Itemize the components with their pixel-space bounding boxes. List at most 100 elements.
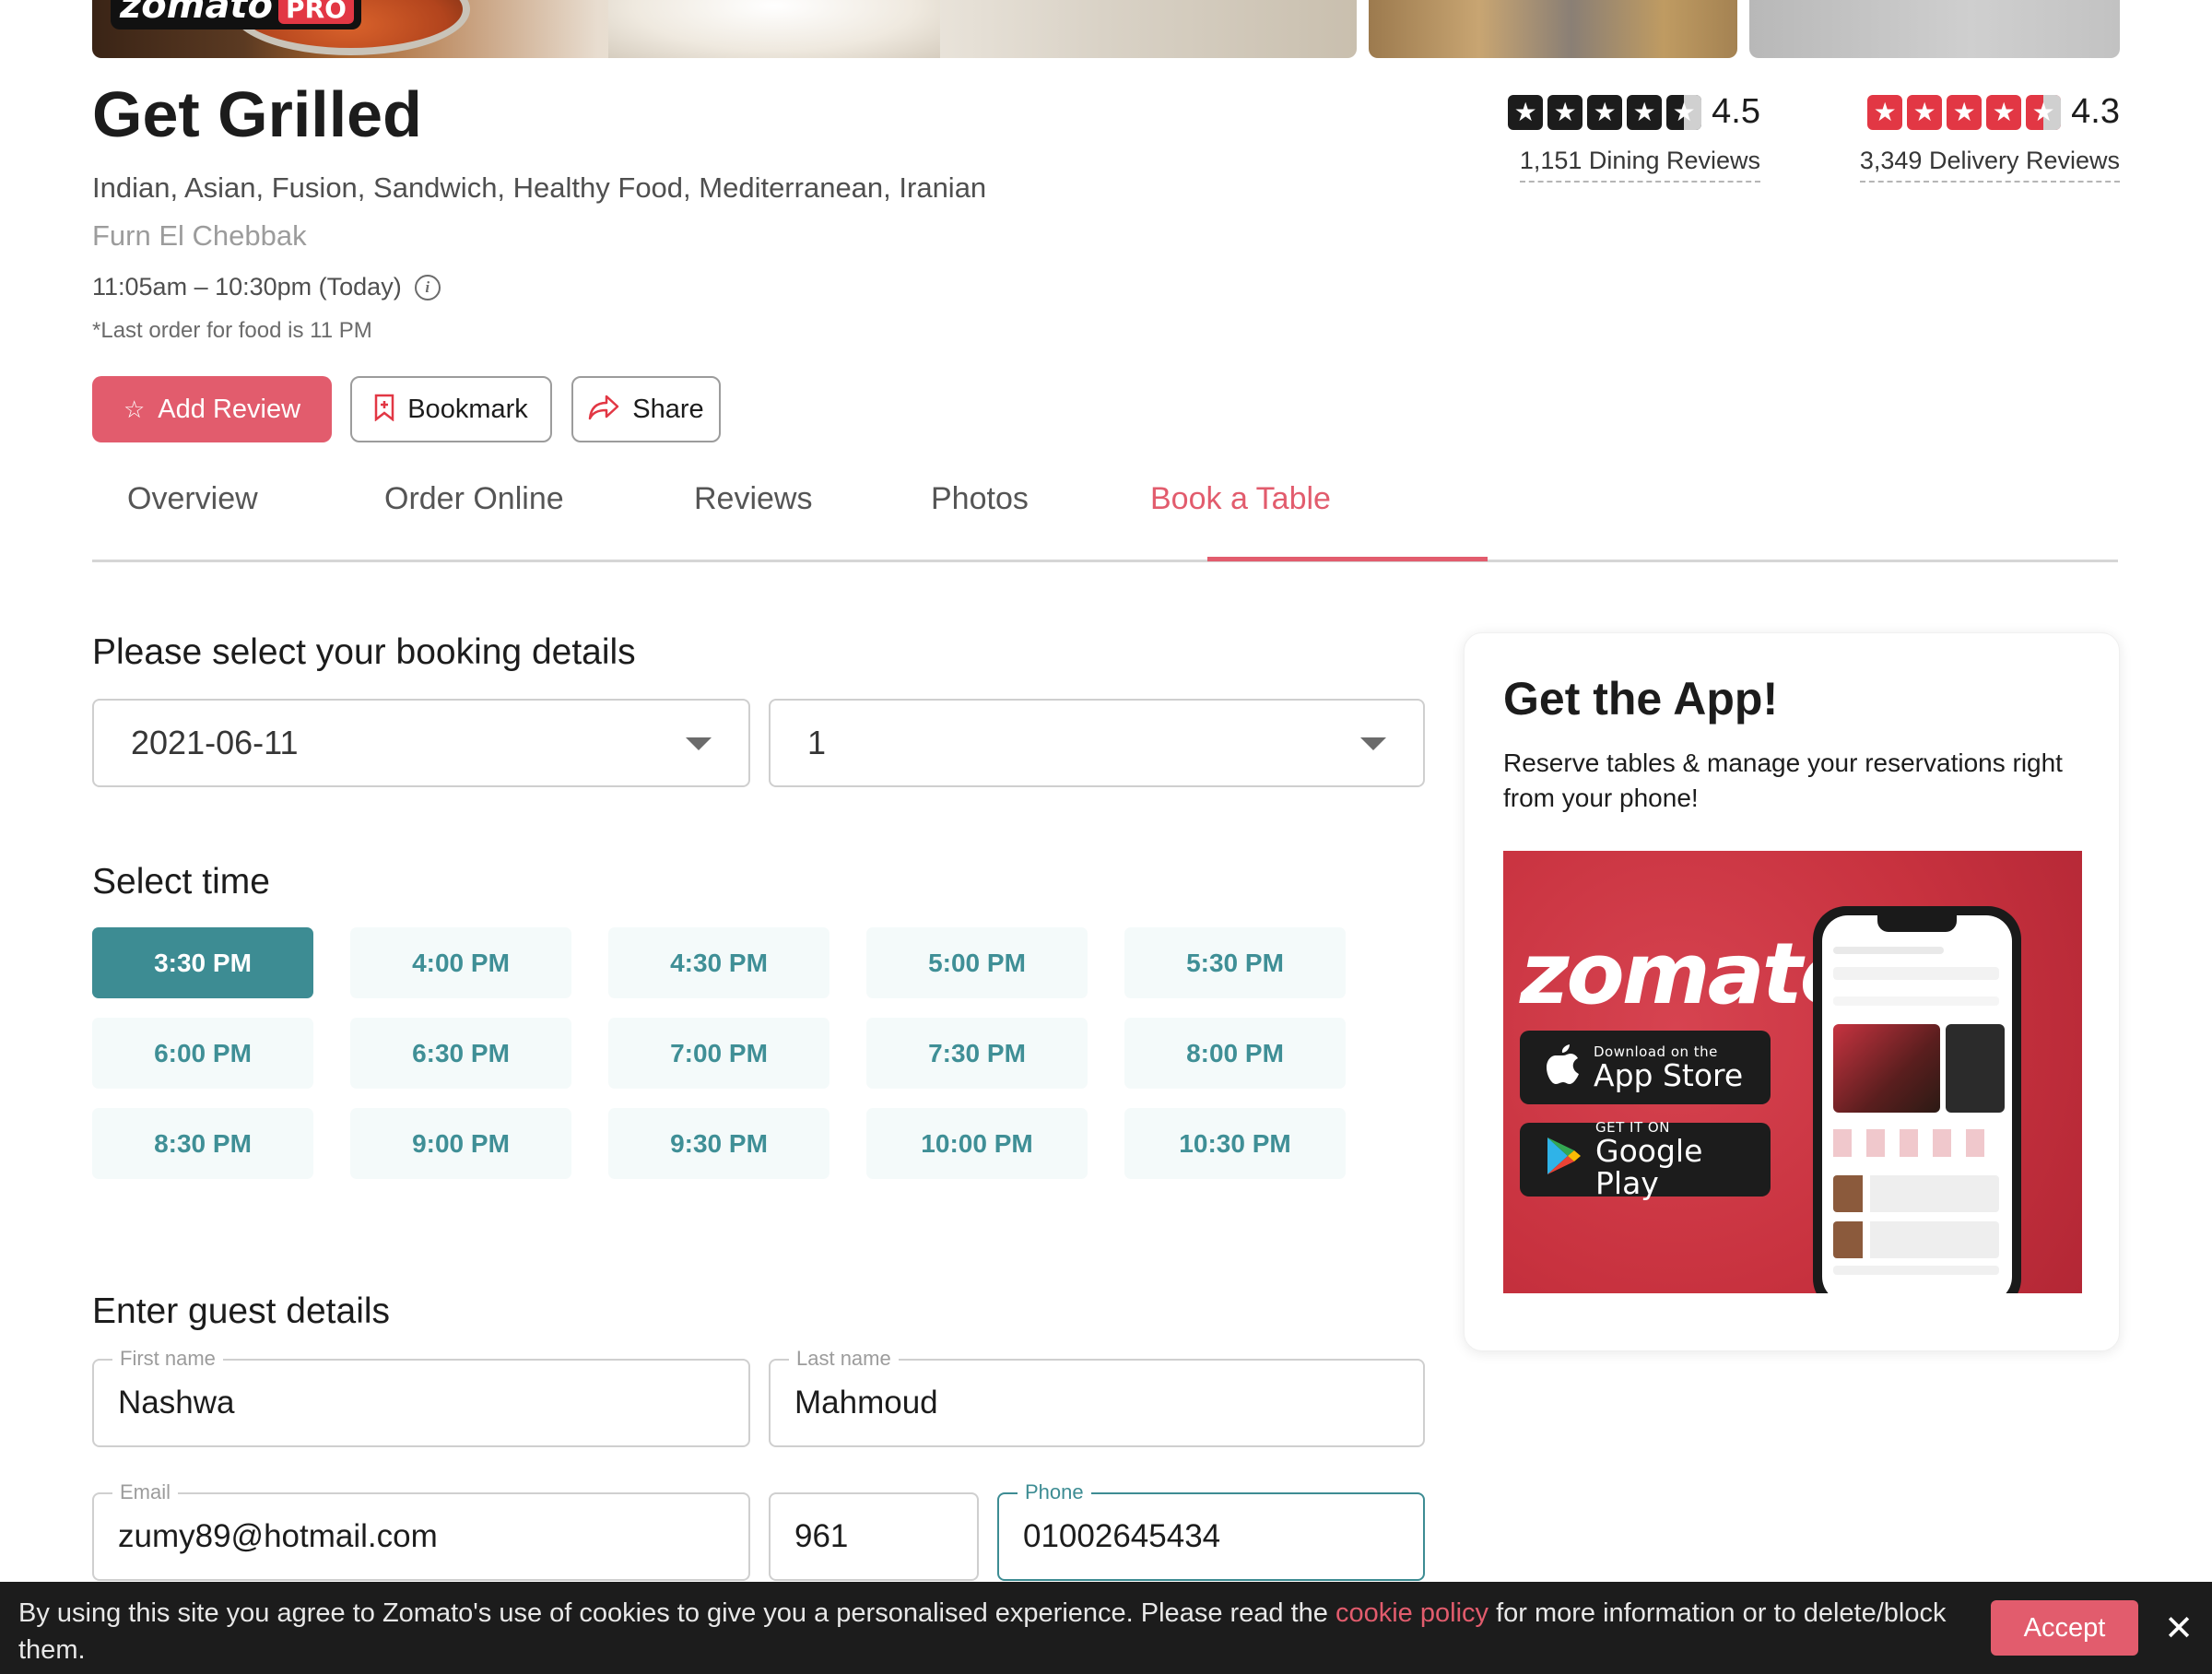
time-slot-button[interactable]: 10:00 PM — [866, 1108, 1088, 1179]
tab-overview[interactable]: Overview — [127, 481, 258, 517]
bookmark-icon — [374, 394, 394, 426]
phone-search-bar — [1833, 967, 1999, 980]
time-slot-button[interactable]: 4:00 PM — [350, 927, 571, 998]
zomato-pro-logo: zomato PRO — [111, 0, 361, 29]
booking-details-heading: Please select your booking details — [92, 632, 636, 672]
star-icon: ★ — [1867, 94, 1903, 130]
date-select[interactable]: 2021-06-11 — [92, 699, 750, 787]
info-icon[interactable]: i — [414, 274, 441, 301]
bookmark-label: Bookmark — [407, 394, 528, 424]
phone-category-row — [1833, 1129, 1999, 1157]
get-app-card: Get the App! Reserve tables & manage you… — [1464, 632, 2120, 1351]
time-slot-button[interactable]: 7:30 PM — [866, 1018, 1088, 1089]
email-label: Email — [112, 1479, 179, 1506]
app-store-big-text: App Store — [1594, 1056, 1744, 1093]
share-button[interactable]: Share — [571, 376, 721, 442]
cuisine-list: Indian, Asian, Fusion, Sandwich, Healthy… — [92, 171, 987, 204]
opening-hours-text: 11:05am – 10:30pm (Today) — [92, 273, 402, 301]
bookmark-button[interactable]: Bookmark — [350, 376, 552, 442]
phone-field[interactable]: Phone 01002645434 — [997, 1479, 1425, 1581]
hero-photo-2[interactable] — [1369, 0, 1737, 58]
time-slot-button[interactable]: 9:00 PM — [350, 1108, 571, 1179]
google-play-button[interactable]: GET IT ON Google Play — [1520, 1119, 1771, 1201]
google-play-icon — [1546, 1136, 1583, 1184]
delivery-stars: ★ ★ ★ ★ ★ 4.3 — [1867, 92, 2120, 132]
phone-ui-bar — [1833, 947, 1944, 954]
app-store-button[interactable]: Download on the App Store — [1520, 1031, 1771, 1104]
country-code-field[interactable]: 961 — [769, 1492, 979, 1581]
cookie-policy-link[interactable]: cookie policy — [1335, 1598, 1488, 1628]
delivery-rating[interactable]: ★ ★ ★ ★ ★ 4.3 3,349 Delivery Reviews — [1832, 92, 2120, 183]
time-slot-button[interactable]: 10:30 PM — [1124, 1108, 1346, 1179]
star-icon: ★ — [1907, 94, 1943, 130]
restaurant-tabs: Overview Order Online Reviews Photos Boo… — [92, 463, 2118, 562]
accept-cookies-button[interactable]: Accept — [1991, 1600, 2138, 1656]
first-name-label: First name — [112, 1346, 223, 1373]
cookie-text-before: By using this site you agree to Zomato's… — [18, 1598, 1335, 1628]
hero-photo-3[interactable] — [1749, 0, 2120, 58]
guests-select-value: 1 — [807, 724, 827, 761]
phone-ui-bar — [1833, 1266, 1999, 1275]
guests-select[interactable]: 1 — [769, 699, 1425, 787]
first-name-field[interactable]: First name Nashwa — [92, 1346, 750, 1447]
last-name-field[interactable]: Last name Mahmoud — [769, 1346, 1425, 1447]
time-slot-button[interactable]: 8:30 PM — [92, 1108, 313, 1179]
time-slot-button[interactable]: 6:00 PM — [92, 1018, 313, 1089]
zomato-logo: zomato — [1520, 925, 1858, 1023]
cookie-message: By using this site you agree to Zomato's… — [18, 1595, 1972, 1668]
time-slot-button[interactable]: 4:30 PM — [608, 927, 830, 998]
select-time-heading: Select time — [92, 862, 270, 902]
time-slot-button[interactable]: 7:00 PM — [608, 1018, 830, 1089]
add-review-button[interactable]: ☆ Add Review — [92, 376, 332, 442]
star-outline-icon: ☆ — [123, 395, 146, 423]
time-slot-button[interactable]: 6:30 PM — [350, 1018, 571, 1089]
phone-screen — [1822, 915, 2012, 1293]
email-value: zumy89@hotmail.com — [118, 1518, 438, 1554]
share-label: Share — [632, 394, 704, 424]
star-icon: ★ — [1986, 94, 2022, 130]
zomato-pro-logo-brand: zomato — [120, 0, 274, 27]
hero-photo-main[interactable]: zomato PRO — [92, 0, 1357, 58]
guest-details-heading: Enter guest details — [92, 1291, 391, 1331]
phone-notch — [1877, 915, 1957, 932]
caret-down-icon — [1360, 737, 1386, 750]
zomato-pro-badge: PRO — [278, 0, 354, 24]
first-name-value: Nashwa — [118, 1385, 235, 1421]
time-slot-button[interactable]: 3:30 PM — [92, 927, 313, 998]
active-tab-indicator — [1207, 557, 1488, 561]
time-slot-button[interactable]: 8:00 PM — [1124, 1018, 1346, 1089]
country-code-value: 961 — [794, 1518, 849, 1554]
cookie-banner: By using this site you agree to Zomato's… — [0, 1582, 2212, 1674]
dining-rating[interactable]: ★ ★ ★ ★ ★ 4.5 1,151 Dining Reviews — [1486, 92, 1760, 183]
phone-label: Phone — [1018, 1479, 1091, 1506]
phone-deal-card — [1833, 1024, 1940, 1113]
time-slot-button[interactable]: 9:30 PM — [608, 1108, 830, 1179]
apple-icon — [1546, 1043, 1581, 1092]
add-review-label: Add Review — [158, 394, 301, 424]
app-promo-banner: zomato Download on the App Store GET IT … — [1503, 851, 2082, 1293]
star-icon: ★ — [1547, 94, 1583, 130]
restaurant-name: Get Grilled — [92, 78, 422, 150]
delivery-reviews-count[interactable]: 3,349 Delivery Reviews — [1859, 147, 2120, 183]
star-icon: ★ — [1947, 94, 1983, 130]
google-play-big-text: Google Play — [1595, 1133, 1703, 1201]
share-icon — [588, 395, 619, 425]
tab-reviews[interactable]: Reviews — [694, 481, 812, 517]
restaurant-locality[interactable]: Furn El Chebbak — [92, 219, 307, 253]
dining-reviews-count[interactable]: 1,151 Dining Reviews — [1519, 147, 1760, 183]
last-name-label: Last name — [789, 1346, 899, 1373]
get-app-title: Get the App! — [1503, 673, 1779, 725]
dining-rating-value: 4.5 — [1712, 92, 1760, 131]
last-name-value: Mahmoud — [794, 1385, 938, 1421]
tab-order-online[interactable]: Order Online — [384, 481, 564, 517]
tab-photos[interactable]: Photos — [931, 481, 1029, 517]
close-icon[interactable]: ✕ — [2160, 1606, 2197, 1650]
phone-mockup — [1813, 906, 2021, 1293]
opening-hours: 11:05am – 10:30pm (Today) i — [92, 273, 441, 301]
time-slot-button[interactable]: 5:00 PM — [866, 927, 1088, 998]
email-field[interactable]: Email zumy89@hotmail.com — [92, 1479, 750, 1581]
date-select-value: 2021-06-11 — [131, 724, 299, 761]
get-app-description: Reserve tables & manage your reservation… — [1503, 749, 2063, 812]
time-slot-button[interactable]: 5:30 PM — [1124, 927, 1346, 998]
tab-book-a-table[interactable]: Book a Table — [1150, 481, 1331, 517]
